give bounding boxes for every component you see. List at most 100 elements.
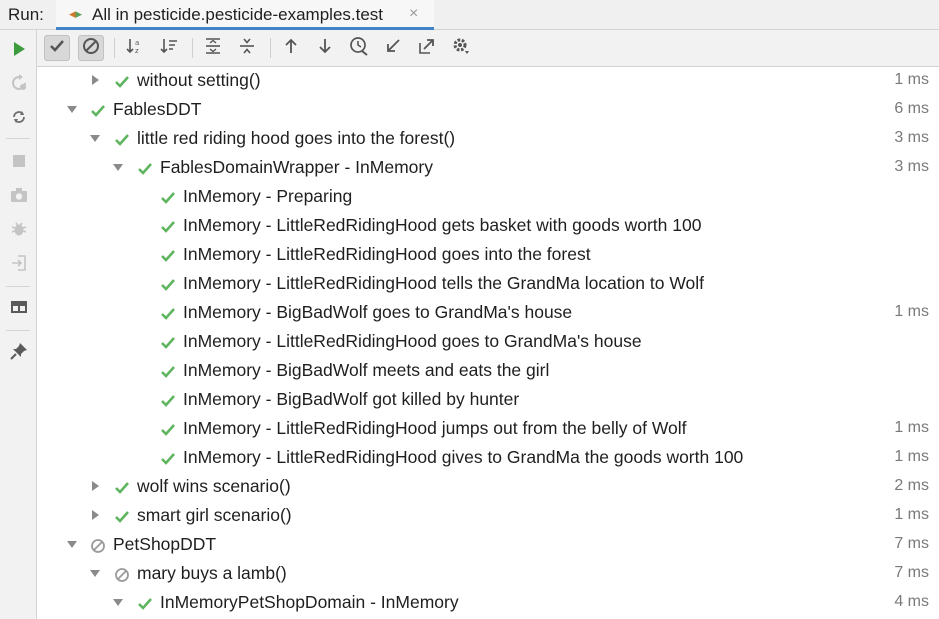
test-runner-toolbar: az	[37, 30, 939, 67]
check-icon	[49, 39, 65, 58]
tree-row[interactable]: InMemory - Preparing	[38, 183, 939, 212]
export-tests-button[interactable]	[414, 35, 440, 61]
tree-row-label: PetShopDDT	[113, 534, 217, 554]
passed-check-icon	[161, 366, 175, 378]
import-icon	[385, 38, 401, 59]
layout-icon[interactable]	[8, 296, 30, 318]
tree-row-label: little red riding hood goes into the for…	[137, 128, 456, 148]
tree-row[interactable]: InMemory - LittleRedRidingHood gets bask…	[38, 212, 939, 241]
tree-row-label: InMemoryPetShopDomain - InMemory	[160, 592, 459, 612]
close-icon[interactable]: ×	[409, 5, 418, 23]
stop-icon[interactable]	[8, 150, 30, 172]
tree-row-label: FablesDDT	[113, 99, 202, 119]
tree-row[interactable]: wolf wins scenario() 2 ms	[38, 473, 939, 502]
pin-icon[interactable]	[8, 340, 30, 362]
tree-row-label: InMemory - BigBadWolf got killed by hunt…	[183, 389, 520, 409]
tree-row-duration: 3 ms	[894, 158, 929, 175]
next-failed-button[interactable]	[312, 35, 338, 61]
expanded-arrow-icon[interactable]	[113, 597, 123, 607]
passed-check-icon	[161, 424, 175, 436]
tree-row[interactable]: FablesDDT 6 ms	[38, 96, 939, 125]
sort-duration-icon	[159, 37, 179, 60]
rerun-failed-icon[interactable]	[8, 72, 30, 94]
tree-row-duration: 4 ms	[894, 593, 929, 610]
passed-check-icon	[161, 192, 175, 204]
debug-icon[interactable]	[8, 218, 30, 240]
tree-row[interactable]: InMemory - LittleRedRidingHood goes to G…	[38, 328, 939, 357]
expanded-arrow-icon[interactable]	[67, 104, 77, 114]
run-configuration-tab[interactable]: ◂▸ All in pesticide.pesticide-examples.t…	[56, 0, 434, 30]
previous-failed-button[interactable]	[278, 35, 304, 61]
collapsed-arrow-icon[interactable]	[90, 510, 100, 520]
tree-row-label: InMemory - BigBadWolf meets and eats the…	[183, 360, 550, 380]
ignored-icon	[115, 568, 129, 582]
rerun-icon[interactable]	[8, 38, 30, 60]
tree-row[interactable]: PetShopDDT 7 ms	[38, 531, 939, 560]
expand-all-button[interactable]	[200, 35, 226, 61]
sort-alphabetically-button[interactable]: az	[122, 35, 148, 61]
test-results-tree: without setting() 1 ms FablesDDT 6 ms little…	[38, 67, 939, 619]
svg-text:z: z	[135, 47, 139, 55]
collapsed-arrow-icon[interactable]	[90, 75, 100, 85]
export-icon	[418, 37, 436, 60]
tree-row-label: wolf wins scenario()	[137, 476, 291, 496]
show-passed-button[interactable]	[44, 35, 70, 61]
tree-row[interactable]: InMemory - LittleRedRidingHood jumps out…	[38, 415, 939, 444]
tree-row[interactable]: InMemoryPetShopDomain - InMemory 4 ms	[38, 589, 939, 618]
passed-check-icon	[91, 105, 105, 117]
passed-check-icon	[115, 134, 129, 146]
import-tests-button[interactable]	[380, 35, 406, 61]
tree-row-duration: 6 ms	[894, 100, 929, 117]
history-icon	[349, 36, 369, 61]
expanded-arrow-icon[interactable]	[67, 539, 77, 549]
run-actions-sidebar	[0, 30, 37, 619]
collapse-all-icon	[238, 37, 256, 60]
tree-row[interactable]: InMemory - LittleRedRidingHood goes into…	[38, 241, 939, 270]
test-history-button[interactable]	[346, 35, 372, 61]
export-icon[interactable]	[8, 252, 30, 274]
tree-row-label: InMemory - BigBadWolf goes to GrandMa's …	[183, 302, 573, 322]
expanded-arrow-icon[interactable]	[90, 133, 100, 143]
passed-check-icon	[115, 511, 129, 523]
sort-by-duration-button[interactable]	[156, 35, 182, 61]
tree-row[interactable]: mary buys a lamb() 7 ms	[38, 560, 939, 589]
tree-row[interactable]: InMemory - BigBadWolf meets and eats the…	[38, 357, 939, 386]
expanded-arrow-icon[interactable]	[90, 568, 100, 578]
collapse-all-button[interactable]	[234, 35, 260, 61]
show-ignored-button[interactable]	[78, 35, 104, 61]
settings-button[interactable]	[448, 35, 474, 61]
passed-check-icon	[161, 453, 175, 465]
tree-row[interactable]: InMemory - LittleRedRidingHood gives to …	[38, 444, 939, 473]
tree-row-duration: 2 ms	[894, 477, 929, 494]
tree-row[interactable]: without setting() 1 ms	[38, 67, 939, 96]
tree-row[interactable]: InMemory - BigBadWolf goes to GrandMa's …	[38, 299, 939, 328]
tree-row[interactable]: smart girl scenario() 1 ms	[38, 502, 939, 531]
passed-check-icon	[161, 337, 175, 349]
passed-check-icon	[161, 221, 175, 233]
collapsed-arrow-icon[interactable]	[90, 481, 100, 491]
tree-row-label: InMemory - LittleRedRidingHood goes into…	[183, 244, 591, 264]
ignored-icon	[91, 539, 105, 553]
passed-check-icon	[161, 279, 175, 291]
tree-row[interactable]: InMemory - LittleRedRidingHood tells the…	[38, 270, 939, 299]
tree-row[interactable]: little red riding hood goes into the for…	[38, 125, 939, 154]
gear-icon	[451, 36, 471, 61]
tree-row-duration: 7 ms	[894, 535, 929, 552]
passed-check-icon	[115, 482, 129, 494]
passed-check-icon	[161, 250, 175, 262]
tree-row[interactable]: InMemory - BigBadWolf got killed by hunt…	[38, 386, 939, 415]
passed-check-icon	[115, 76, 129, 88]
svg-text:a: a	[135, 39, 139, 47]
tree-row-label: InMemory - Preparing	[183, 186, 353, 206]
run-tool-window-header: Run: ◂▸ All in pesticide.pesticide-examp…	[0, 0, 939, 30]
toggle-auto-test-icon[interactable]	[8, 106, 30, 128]
tree-row-label: FablesDomainWrapper - InMemory	[160, 157, 433, 177]
expanded-arrow-icon[interactable]	[113, 162, 123, 172]
tree-row[interactable]: FablesDomainWrapper - InMemory 3 ms	[38, 154, 939, 183]
expand-all-icon	[204, 37, 222, 60]
passed-check-icon	[138, 598, 152, 610]
tree-row-duration: 1 ms	[894, 303, 929, 320]
passed-check-icon	[161, 395, 175, 407]
tab-title: All in pesticide.pesticide-examples.test	[92, 5, 384, 24]
camera-icon[interactable]	[8, 184, 30, 206]
